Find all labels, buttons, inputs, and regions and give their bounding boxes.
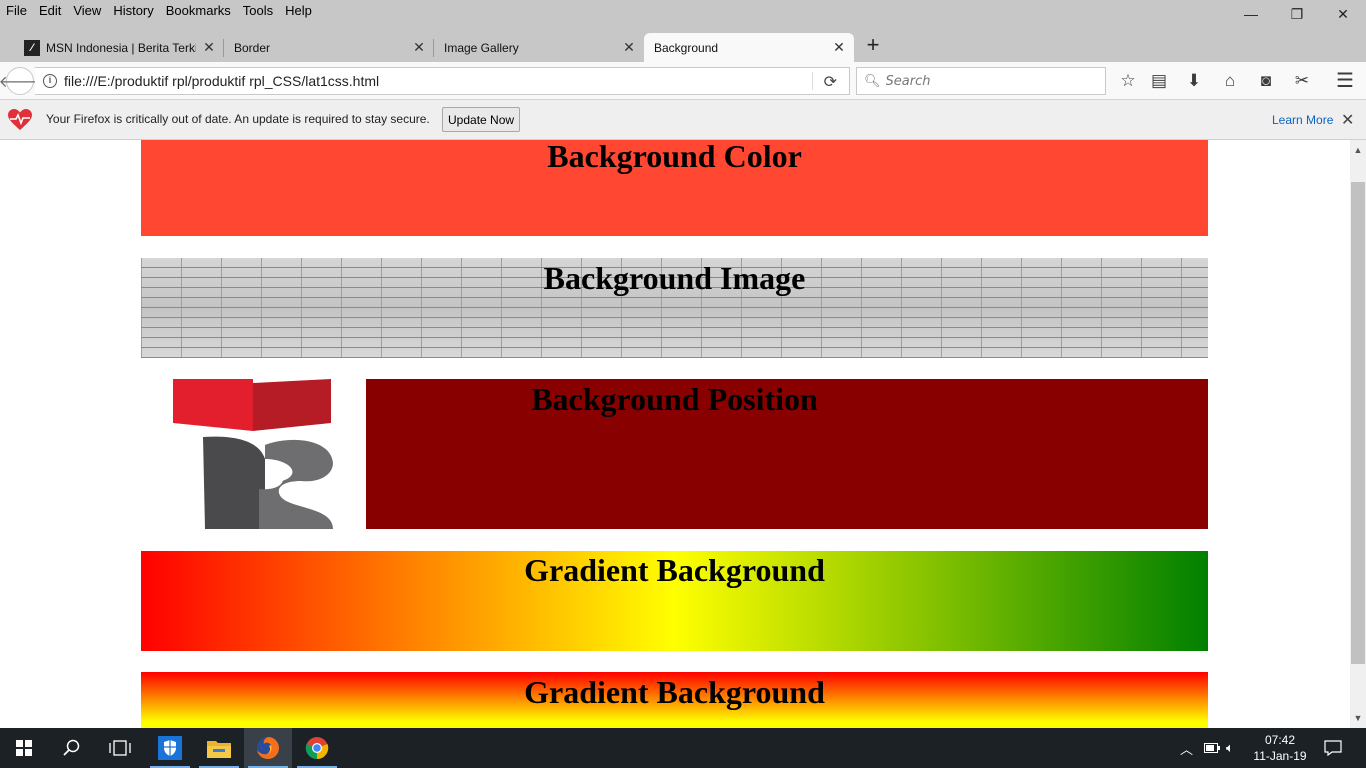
section-heading: Gradient Background — [524, 552, 825, 588]
tab-close-icon[interactable]: ✕ — [832, 40, 846, 54]
menu-bookmarks[interactable]: Bookmarks — [160, 3, 237, 18]
url-divider — [812, 72, 813, 90]
start-button[interactable] — [0, 728, 48, 768]
notification-icon — [1324, 740, 1342, 756]
taskbar-defender[interactable] — [146, 728, 194, 768]
section-heading: Background Position — [531, 381, 818, 417]
msn-favicon-icon: ⁄ — [24, 39, 40, 56]
url-text[interactable]: file:///E:/produktif rpl/produktif rpl_C… — [64, 73, 379, 89]
taskbar-chrome[interactable] — [293, 728, 341, 768]
update-notification-bar: Your Firefox is critically out of date. … — [0, 100, 1366, 140]
search-icon — [63, 739, 80, 756]
windows-logo-icon — [16, 740, 32, 756]
menu-file[interactable]: File — [0, 3, 33, 18]
gradient-horizontal-box: Gradient Background — [141, 551, 1208, 651]
search-bar[interactable]: 🔍︎ — [856, 67, 1106, 95]
scroll-thumb[interactable] — [1351, 182, 1365, 664]
menu-view[interactable]: View — [67, 3, 107, 18]
reading-list-icon[interactable]: ▤ — [1148, 70, 1170, 92]
task-view-button[interactable] — [96, 728, 144, 768]
tab-close-icon[interactable]: ✕ — [202, 40, 216, 54]
heart-pulse-icon — [8, 109, 32, 130]
pocket-icon[interactable]: ◙ — [1255, 70, 1277, 92]
info-icon[interactable]: i — [43, 74, 57, 88]
tab-label: Border — [234, 40, 271, 55]
clock-date: 11-Jan-19 — [1253, 749, 1307, 763]
tab-msn[interactable]: ⁄ MSN Indonesia | Berita Terki ✕ — [14, 33, 224, 62]
task-view-icon — [109, 740, 131, 756]
shield-icon — [158, 736, 182, 760]
chevron-up-icon[interactable]: ︿ — [1180, 739, 1193, 758]
volume-indicator[interactable]: 🔈︎ — [1226, 728, 1234, 768]
tab-strip: ⁄ MSN Indonesia | Berita Terki ✕ Border … — [0, 21, 1366, 62]
tab-label: MSN Indonesia | Berita Terki — [46, 40, 196, 55]
section-heading: Gradient Background — [524, 674, 825, 710]
system-clock[interactable]: 07:42 11-Jan-19 — [1245, 732, 1315, 764]
windows-taskbar: ︿ 🔈︎ 07:42 11-Jan-19 — [0, 728, 1366, 768]
reload-icon[interactable]: ⟳ — [824, 72, 837, 92]
tab-image-gallery[interactable]: Image Gallery ✕ — [434, 33, 644, 62]
menu-history[interactable]: History — [107, 3, 159, 18]
tab-close-icon[interactable]: ✕ — [622, 40, 636, 54]
back-button[interactable]: 🡐 — [0, 67, 41, 95]
tab-label: Image Gallery — [444, 40, 519, 55]
page-content: Background Color Background Image Backgr… — [0, 140, 1350, 728]
tab-close-icon[interactable]: ✕ — [412, 40, 426, 54]
close-icon[interactable]: ✕ — [1341, 110, 1354, 130]
scroll-down-icon[interactable]: ▼ — [1350, 710, 1366, 726]
home-icon[interactable]: ⌂ — [1219, 70, 1241, 92]
new-tab-button[interactable]: + — [862, 34, 884, 57]
battery-icon — [1204, 743, 1220, 753]
screenshot-icon[interactable]: ✂ — [1291, 70, 1313, 92]
show-hidden-icons[interactable]: ︿ — [1180, 728, 1193, 768]
section-heading: Background Color — [547, 140, 802, 174]
update-message: Your Firefox is critically out of date. … — [46, 112, 430, 126]
background-color-box: Background Color — [141, 140, 1208, 236]
download-icon[interactable]: ⬇ — [1183, 70, 1205, 92]
firefox-icon — [257, 737, 279, 759]
url-bar[interactable]: i file:///E:/produktif rpl/produktif rpl… — [35, 67, 850, 95]
search-icon: 🔍︎ — [864, 73, 881, 88]
gradient-vertical-box: Gradient Background — [141, 672, 1208, 728]
chrome-icon — [305, 737, 329, 760]
learn-more-link[interactable]: Learn More — [1272, 113, 1333, 127]
tab-label: Background — [654, 40, 719, 55]
menu-tools[interactable]: Tools — [237, 3, 279, 18]
search-input[interactable] — [885, 73, 1086, 89]
battery-indicator[interactable] — [1204, 728, 1220, 768]
tab-border[interactable]: Border ✕ — [224, 33, 434, 62]
scroll-up-icon[interactable]: ▲ — [1350, 142, 1366, 158]
bookmark-star-icon[interactable]: ☆ — [1117, 70, 1139, 92]
background-position-box: Background Position — [141, 379, 1208, 529]
clock-time: 07:42 — [1264, 733, 1296, 747]
menu-help[interactable]: Help — [279, 3, 318, 18]
tab-background[interactable]: Background ✕ — [644, 33, 854, 62]
background-image-box: Background Image — [141, 258, 1208, 358]
taskbar-file-explorer[interactable] — [195, 728, 243, 768]
menu-edit[interactable]: Edit — [33, 3, 67, 18]
page-scrollbar[interactable]: ▲ ▼ — [1350, 140, 1366, 728]
nav-bar: 🡐 i file:///E:/produktif rpl/produktif r… — [0, 62, 1366, 100]
action-center-button[interactable] — [1324, 728, 1342, 768]
update-now-button[interactable]: Update Now — [442, 107, 521, 132]
folder-icon — [207, 741, 231, 758]
speaker-icon: 🔈︎ — [1226, 740, 1234, 755]
hamburger-menu-icon[interactable]: ☰ — [1334, 70, 1356, 92]
taskbar-firefox[interactable] — [244, 728, 292, 768]
section-heading: Background Image — [543, 260, 806, 296]
search-button[interactable] — [48, 728, 96, 768]
menu-bar: File Edit View History Bookmarks Tools H… — [0, 0, 1366, 21]
